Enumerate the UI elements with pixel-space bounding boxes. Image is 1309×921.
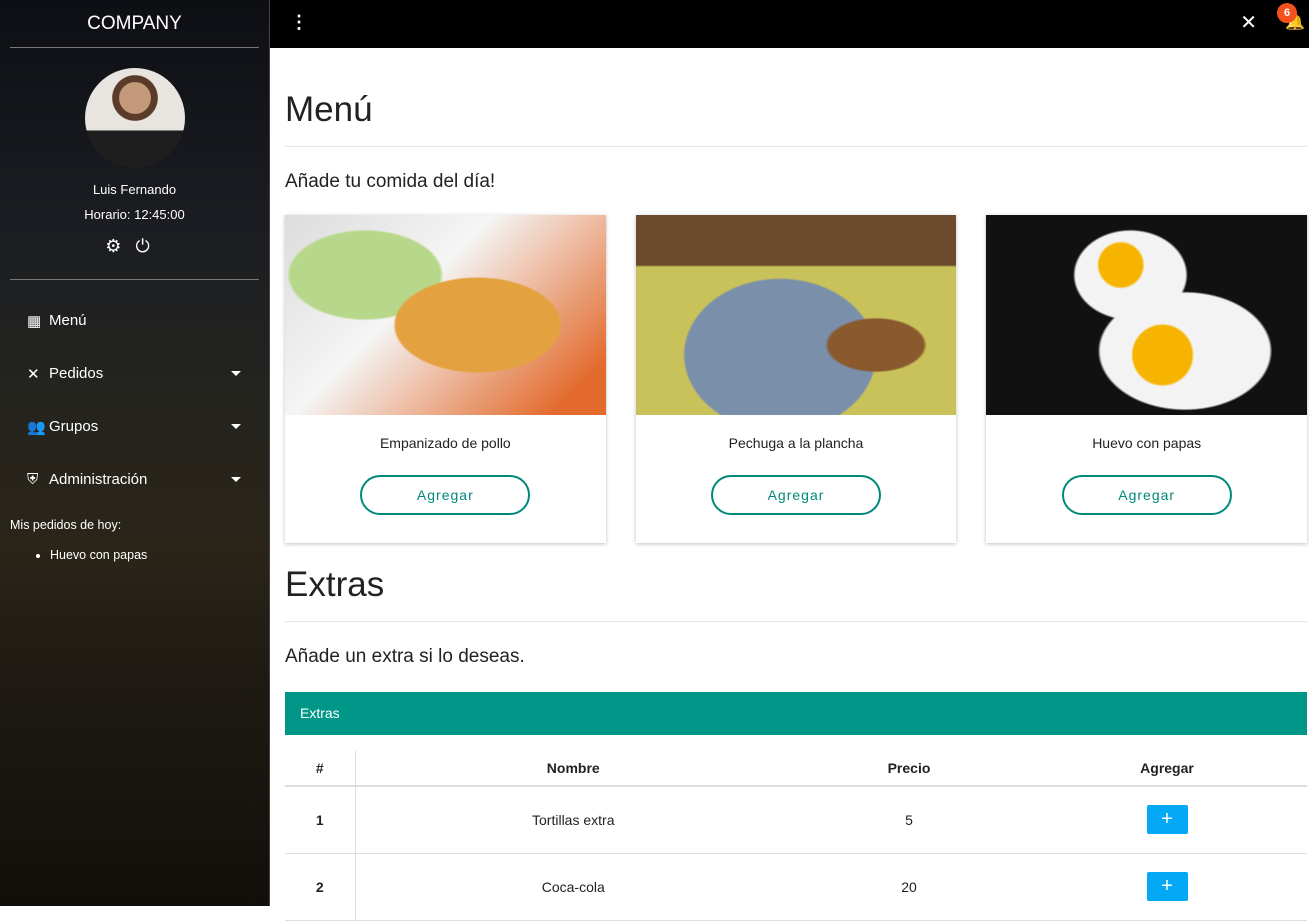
add-extra-button[interactable]: + (1146, 805, 1188, 835)
sidebar: COMPANY Luis Fernando Horario: 12:45:00 … (0, 0, 270, 906)
nav-label: Pedidos (49, 365, 104, 382)
row-name: Coca-cola (355, 853, 791, 921)
schedule: Horario: 12:45:00 (84, 207, 185, 222)
food-name: Huevo con papas (1092, 435, 1202, 451)
todays-orders-title: Mis pedidos de hoy: (10, 518, 122, 532)
caret-down-icon (231, 477, 241, 482)
extras-table-header: Extras (285, 692, 1307, 735)
add-button[interactable]: Agregar (711, 475, 881, 515)
gear-icon[interactable]: ⚙ (105, 236, 135, 256)
group-icon: 👥 (27, 418, 46, 436)
food-name: Pechuga a la plancha (728, 435, 864, 451)
power-icon[interactable]: ⏻ (135, 236, 163, 256)
add-button[interactable]: Agregar (1061, 475, 1232, 515)
food-card: Huevo con papas Agregar (986, 215, 1308, 543)
col-header: Precio (791, 751, 1027, 787)
food-image (635, 215, 957, 415)
caret-down-icon (231, 371, 241, 376)
table-row: 2 Coca-cola 20 + (285, 853, 1307, 921)
top-bar: ⋮ ✕ 🔔 6 (270, 0, 1309, 48)
dashboard-icon: ▦ (27, 312, 42, 330)
shield-icon: ⛨ (27, 471, 39, 488)
extras-subtitle: Añade un extra si lo deseas. (285, 646, 525, 667)
col-header: Agregar (1027, 751, 1307, 787)
add-extra-button[interactable]: + (1146, 872, 1188, 901)
row-number: 1 (285, 786, 356, 854)
main-content: Menú Añade tu comida del día! Empanizado… (285, 48, 1308, 921)
brand[interactable]: COMPANY (10, 0, 259, 48)
utensils-icon[interactable]: ✕ (1240, 10, 1257, 35)
table-row: 1 Tortillas extra 5 + (285, 786, 1307, 854)
food-card: Empanizado de pollo Agregar (285, 215, 606, 543)
row-number: 2 (285, 853, 356, 921)
divider (10, 279, 259, 280)
sidebar-item-menu[interactable]: ▦ Menú (0, 294, 269, 347)
food-card: Pechuga a la plancha Agregar (635, 215, 957, 543)
food-image (986, 215, 1308, 415)
caret-down-icon (231, 424, 241, 429)
avatar (84, 68, 185, 168)
more-vert-icon[interactable]: ⋮ (290, 12, 308, 33)
order-item: Huevo con papas (50, 548, 269, 562)
row-name: Tortillas extra (355, 786, 791, 854)
notification-badge: 6 (1277, 3, 1297, 23)
sidebar-item-pedidos[interactable]: ✕ Pedidos (0, 347, 269, 400)
sidebar-item-grupos[interactable]: 👥 Grupos (0, 400, 269, 453)
menu-subtitle: Añade tu comida del día! (285, 171, 496, 192)
extras-table: # Nombre Precio Agregar 1 Tortillas extra 5 + … (285, 751, 1307, 921)
nav-label: Administración (49, 471, 148, 488)
col-header: # (285, 751, 356, 787)
food-name: Empanizado de pollo (379, 435, 511, 451)
food-image (285, 215, 606, 415)
col-header: Nombre (355, 751, 791, 787)
row-price: 20 (791, 853, 1027, 921)
page-title: Menú (285, 90, 1307, 147)
nav-label: Menú (49, 312, 87, 329)
add-button[interactable]: Agregar (360, 475, 531, 515)
user-name: Luis Fernando (92, 182, 177, 197)
todays-orders: Mis pedidos de hoy: Huevo con papas (10, 518, 269, 562)
row-price: 5 (791, 786, 1027, 854)
nav-label: Grupos (49, 418, 99, 435)
utensils-icon: ✕ (27, 365, 40, 383)
sidebar-item-administracion[interactable]: ⛨ Administración (0, 453, 269, 506)
extras-title: Extras (285, 565, 1307, 622)
